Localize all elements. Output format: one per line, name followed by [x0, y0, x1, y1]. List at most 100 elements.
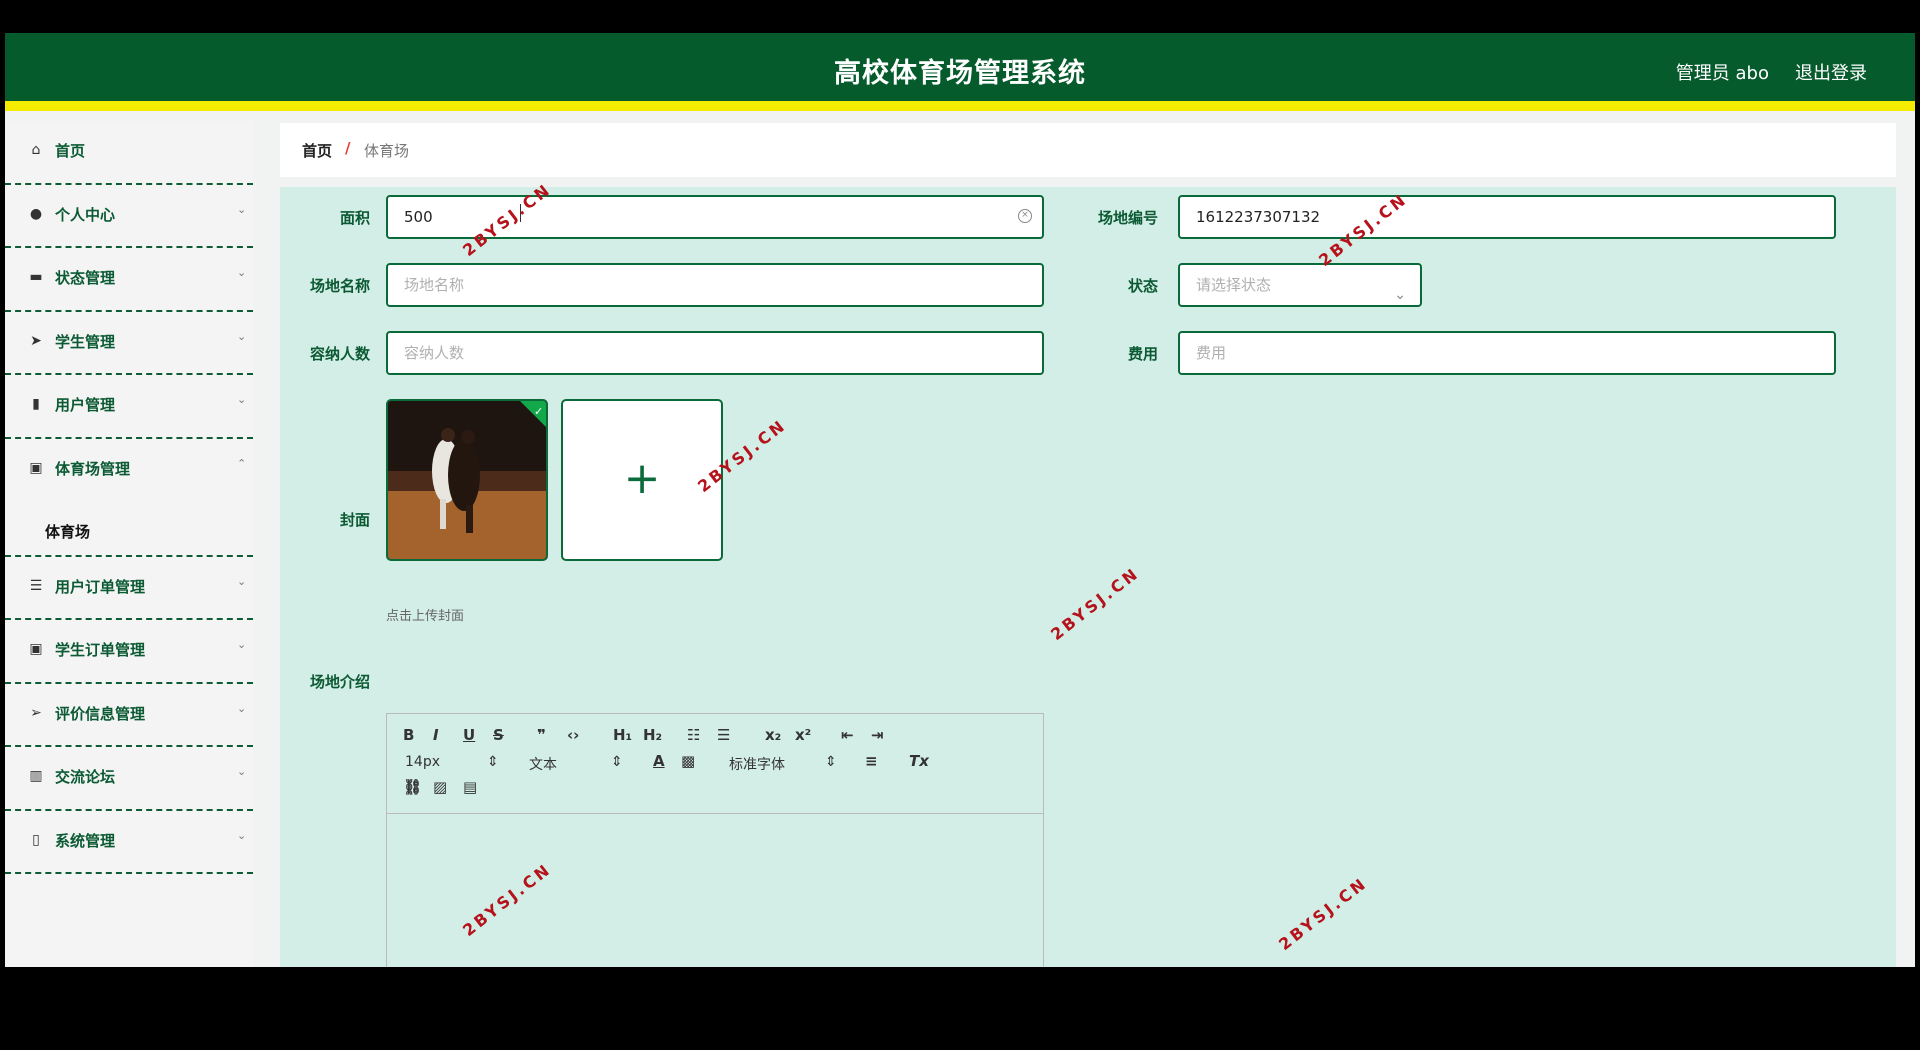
code-icon[interactable]: ‹› — [567, 726, 579, 744]
sidebar: ⌂ 首页 ● 个人中心 ⌄ ▬ 状态管理 ⌄ ➤ 学生管理 ⌄ ▮ 用户管理 ⌄… — [5, 121, 253, 967]
capacity-placeholder: 容纳人数 — [404, 344, 465, 362]
sidebar-item-label: 评价信息管理 — [55, 704, 146, 723]
sidebar-item-label: 个人中心 — [55, 205, 116, 224]
chevron-down-icon: ⌄ — [237, 828, 247, 842]
background-color-icon[interactable]: ▩ — [681, 752, 695, 770]
sidebar-item-students[interactable]: ➤ 学生管理 ⌄ — [5, 312, 253, 375]
basketball-photo: ✓ — [388, 401, 546, 559]
outdent-icon[interactable]: ⇤ — [841, 726, 854, 744]
sidebar-item-label: 学生管理 — [55, 332, 116, 351]
sidebar-item-forum[interactable]: ▥ 交流论坛 ⌄ — [5, 747, 253, 811]
cover-label: 封面 — [339, 511, 370, 529]
name-placeholder: 场地名称 — [404, 276, 465, 294]
chevron-down-icon: ⌄ — [237, 329, 247, 343]
quote-icon[interactable]: ❞ — [537, 726, 546, 744]
capacity-input[interactable]: 容纳人数 — [386, 331, 1044, 375]
user-name: 管理员 abo — [1675, 63, 1769, 84]
subscript-icon[interactable]: x₂ — [765, 726, 781, 744]
align-icon[interactable]: ≡ — [865, 752, 878, 770]
bullet-list-icon[interactable]: ☰ — [717, 726, 730, 744]
breadcrumb: 首页 / 体育场 — [280, 123, 1896, 177]
area-value: 500 — [404, 208, 433, 226]
h1-icon[interactable]: H₁ — [613, 726, 632, 744]
sidebar-item-student-orders[interactable]: ▣ 学生订单管理 ⌄ — [5, 620, 253, 684]
brush-icon: ▮ — [32, 396, 40, 412]
font-size-select[interactable]: 14px — [405, 754, 440, 770]
sidebar-item-profile[interactable]: ● 个人中心 ⌄ — [5, 185, 253, 248]
bar-chart-icon: ▥ — [29, 768, 43, 784]
breadcrumb-current: 体育场 — [364, 142, 410, 160]
status-placeholder: 请选择状态 — [1196, 276, 1272, 294]
user-icon: ● — [29, 205, 43, 222]
strike-icon[interactable]: S — [493, 726, 504, 744]
logout-link[interactable]: 退出登录 — [1795, 59, 1867, 85]
sidebar-item-home[interactable]: ⌂ 首页 — [5, 121, 253, 185]
chevron-down-icon: ⌄ — [237, 202, 247, 216]
code-input[interactable]: 1612237307132 — [1178, 195, 1836, 239]
send-icon: ➤ — [30, 332, 42, 349]
updown-icon: ⇕ — [611, 754, 623, 770]
fee-input[interactable]: 费用 — [1178, 331, 1836, 375]
top-header: 高校体育场管理系统 管理员 abo 退出登录 — [5, 33, 1915, 111]
sidebar-item-label: 用户管理 — [55, 396, 116, 414]
updown-icon: ⇕ — [487, 754, 499, 770]
updown-icon: ⇕ — [825, 754, 837, 770]
sidebar-item-status[interactable]: ▬ 状态管理 ⌄ — [5, 248, 253, 312]
chevron-down-icon: ⌄ — [237, 393, 247, 406]
area-label: 面积 — [339, 209, 370, 227]
video-icon[interactable]: ▤ — [463, 778, 477, 796]
app-window: 高校体育场管理系统 管理员 abo 退出登录 ⌂ 首页 ● 个人中心 ⌄ ▬ 状… — [5, 33, 1915, 967]
header-select[interactable]: 文本 — [529, 754, 557, 774]
bold-icon[interactable]: B — [403, 726, 414, 744]
home-icon: ⌂ — [31, 142, 41, 158]
indent-icon[interactable]: ⇥ — [871, 726, 884, 744]
cover-thumbnail[interactable]: ✓ — [386, 399, 548, 561]
clear-icon[interactable]: × — [1018, 209, 1032, 223]
sidebar-item-label: 状态管理 — [55, 269, 116, 287]
sidebar-item-user-orders[interactable]: ☰ 用户订单管理 ⌄ — [5, 557, 253, 620]
chevron-down-icon: ⌄ — [237, 266, 247, 279]
cover-hint: 点击上传封面 — [386, 609, 465, 624]
sidebar-item-label: 首页 — [55, 142, 86, 160]
underline-icon[interactable]: U — [463, 726, 475, 744]
briefcase-icon: ▬ — [29, 269, 43, 285]
sidebar-item-reviews[interactable]: ➢ 评价信息管理 ⌄ — [5, 684, 253, 747]
chevron-up-icon: ⌃ — [237, 456, 247, 470]
chevron-down-icon: ⌄ — [237, 574, 247, 588]
sidebar-item-label: 系统管理 — [55, 831, 116, 850]
stadium-form: 面积 500 × 场地编号 1612237307132 场地名称 场地名称 状态… — [280, 187, 1896, 967]
status-label: 状态 — [1127, 277, 1158, 295]
capacity-label: 容纳人数 — [309, 345, 370, 363]
font-family-select[interactable]: 标准字体 — [729, 754, 785, 774]
intro-label: 场地介绍 — [309, 673, 370, 691]
link-icon[interactable]: ⛓ — [403, 778, 422, 796]
breadcrumb-home[interactable]: 首页 — [302, 140, 332, 161]
code-label: 场地编号 — [1097, 209, 1158, 227]
list-icon: ☰ — [29, 577, 43, 594]
sidebar-item-stadium[interactable]: ▣ 体育场管理 ⌃ 体育场 — [5, 439, 253, 557]
image-icon[interactable]: ▨ — [433, 778, 447, 796]
h2-icon[interactable]: H₂ — [643, 726, 662, 744]
superscript-icon[interactable]: x² — [795, 726, 811, 744]
text-color-icon[interactable]: A — [653, 752, 665, 770]
fee-placeholder: 费用 — [1196, 344, 1227, 362]
sidebar-item-label: 学生订单管理 — [55, 641, 146, 659]
sidebar-item-system[interactable]: ▯ 系统管理 ⌄ — [5, 811, 253, 874]
name-input[interactable]: 场地名称 — [386, 263, 1044, 307]
editor-toolbar: B I U S ❞ ‹› H₁ H₂ ☷ ☰ x₂ x² ⇤ ⇥ 14px ⇕ … — [387, 714, 1043, 814]
italic-icon[interactable]: I — [433, 726, 439, 744]
fee-label: 费用 — [1127, 345, 1158, 363]
sidebar-subitem-stadium[interactable]: 体育场 — [45, 521, 90, 542]
clear-format-icon[interactable]: Tx — [909, 752, 929, 770]
status-select[interactable]: 请选择状态 ⌄ — [1178, 263, 1422, 307]
sidebar-item-users[interactable]: ▮ 用户管理 ⌄ — [5, 375, 253, 439]
svg-text:✓: ✓ — [534, 405, 543, 418]
code-value: 1612237307132 — [1196, 208, 1321, 226]
navigation-icon: ➢ — [30, 704, 42, 721]
chevron-down-icon: ⌄ — [237, 765, 247, 778]
name-label: 场地名称 — [309, 277, 370, 295]
battery-icon: ▯ — [32, 831, 40, 848]
ordered-list-icon[interactable]: ☷ — [687, 726, 700, 744]
app-title: 高校体育场管理系统 — [834, 58, 1086, 89]
chevron-down-icon: ⌄ — [237, 701, 247, 715]
